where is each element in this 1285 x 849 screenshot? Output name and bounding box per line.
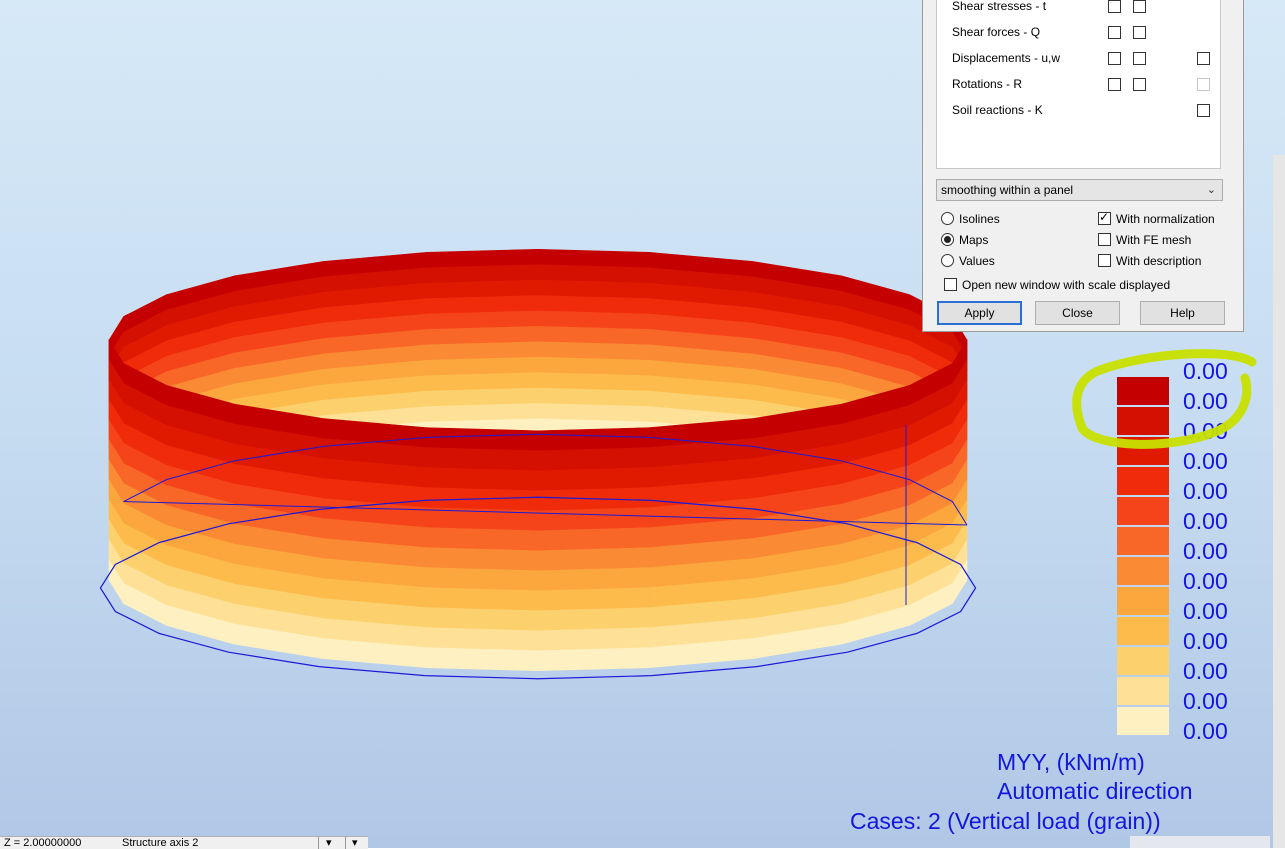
status-divider: [345, 837, 346, 849]
vertical-scrollbar[interactable]: [1273, 155, 1285, 848]
legend-swatch: [1117, 467, 1169, 495]
wall-front-band: [537, 427, 650, 452]
legend-swatch: [1117, 497, 1169, 525]
legend-swatch: [1117, 587, 1169, 615]
legend-value: 0.00: [1183, 478, 1228, 504]
result-row-checkbox: [1197, 78, 1210, 91]
result-row-label: Shear forces - Q: [952, 25, 1041, 39]
help-button[interactable]: Help: [1140, 301, 1225, 325]
wall-front-band: [426, 547, 539, 572]
status-coordinate: Z = 2.00000000: [4, 837, 82, 849]
open-new-window-label: Open new window with scale displayed: [962, 278, 1171, 292]
option-checkbox[interactable]: [1098, 210, 1111, 225]
wall-front-band: [426, 567, 539, 592]
legend-value: 0.00: [1183, 688, 1228, 714]
cases-caption: Cases: 2 (Vertical load (grain)): [850, 808, 1161, 834]
display-mode-label: Maps: [959, 233, 989, 247]
wall-front-band: [426, 647, 539, 672]
wall-front-band: [537, 647, 650, 672]
legend-swatch: [1117, 527, 1169, 555]
legend-value: 0.00: [1183, 418, 1228, 444]
wall-front-band: [537, 547, 650, 572]
legend-swatch: [1117, 557, 1169, 585]
wall-front-band: [537, 607, 650, 632]
legend-value: 0.00: [1183, 628, 1228, 654]
close-button[interactable]: Close: [1035, 301, 1120, 325]
legend-swatch: [1117, 707, 1169, 735]
display-mode-label: Isolines: [959, 212, 1000, 226]
display-mode-label: Values: [959, 254, 995, 268]
wall-front-band: [426, 447, 539, 472]
result-row-checkbox[interactable]: [1133, 26, 1146, 39]
view-tab-strip: [1130, 836, 1270, 848]
option-label: With normalization: [1116, 212, 1215, 226]
result-row-checkbox[interactable]: [1133, 52, 1146, 65]
quantity-caption: MYY, (kNm/m): [997, 749, 1145, 775]
display-mode-radio[interactable]: [941, 233, 954, 246]
smoothing-select[interactable]: smoothing within a panel ⌄: [936, 179, 1223, 201]
legend-swatch: [1117, 377, 1169, 405]
wall-front-band: [537, 467, 650, 492]
display-mode-radio[interactable]: [941, 212, 954, 225]
result-row-checkbox[interactable]: [1133, 78, 1146, 91]
legend-value: 0.00: [1183, 448, 1228, 474]
status-structure: Structure axis 2: [122, 837, 199, 849]
result-row-checkbox[interactable]: [1197, 52, 1210, 65]
legend-value: 0.00: [1183, 508, 1228, 534]
legend-swatch: [1117, 437, 1169, 465]
status-divider: [318, 837, 319, 849]
result-row-checkbox[interactable]: [1133, 0, 1146, 13]
legend-swatch: [1117, 407, 1169, 435]
wall-front-band: [426, 627, 539, 652]
wall-front-band: [537, 627, 650, 652]
open-new-window-checkbox[interactable]: [944, 278, 957, 291]
legend-value: 0.00: [1183, 568, 1228, 594]
results-dialog: Shear stresses - t Shear forces - Q Displa…: [922, 0, 1244, 332]
result-row-checkbox[interactable]: [1108, 0, 1121, 13]
smoothing-select-value: smoothing within a panel: [941, 183, 1074, 197]
wall-front-band: [537, 447, 650, 472]
wall-front-band: [426, 467, 539, 492]
wall-front-band: [537, 587, 650, 612]
results-list[interactable]: Shear stresses - t Shear forces - Q Displa…: [936, 0, 1221, 169]
legend-swatch: [1117, 647, 1169, 675]
wall-front-band: [426, 607, 539, 632]
legend-value: 0.00: [1183, 718, 1228, 744]
legend-value: 0.00: [1183, 388, 1228, 414]
wall-front-band: [426, 527, 539, 552]
status-dropdown-icon[interactable]: ▾: [352, 837, 358, 849]
result-row-label: Soil reactions - K: [952, 103, 1043, 117]
result-row-label: Displacements - u,w: [952, 51, 1061, 65]
wall-front-band: [537, 527, 650, 552]
wall-front-band: [537, 567, 650, 592]
wall-front-band: [426, 427, 539, 452]
status-bar: Z = 2.00000000 Structure axis 2 ▾ ▾: [0, 836, 368, 849]
legend-top-value: 0.00: [1183, 358, 1228, 384]
result-row-checkbox[interactable]: [1108, 52, 1121, 65]
status-arrow-icon[interactable]: ▾: [326, 837, 332, 849]
legend-swatch: [1117, 617, 1169, 645]
option-label: With description: [1116, 254, 1202, 268]
legend-value: 0.00: [1183, 658, 1228, 684]
legend-swatch: [1117, 677, 1169, 705]
result-row-checkbox[interactable]: [1108, 78, 1121, 91]
result-row-label: Rotations - R: [952, 77, 1023, 91]
chevron-down-icon[interactable]: ⌄: [1207, 180, 1216, 200]
legend-value: 0.00: [1183, 538, 1228, 564]
wall-front-band: [537, 507, 650, 532]
option-checkbox[interactable]: [1098, 254, 1111, 267]
option-label: With FE mesh: [1116, 233, 1192, 247]
direction-caption: Automatic direction: [997, 778, 1193, 804]
result-row-label: Shear stresses - t: [952, 0, 1047, 13]
legend-value: 0.00: [1183, 598, 1228, 624]
apply-button[interactable]: Apply: [937, 301, 1022, 325]
result-row-checkbox[interactable]: [1108, 26, 1121, 39]
display-mode-radio[interactable]: [941, 254, 954, 267]
result-row-checkbox[interactable]: [1197, 104, 1210, 117]
option-checkbox[interactable]: [1098, 233, 1111, 246]
wall-front-band: [426, 587, 539, 612]
